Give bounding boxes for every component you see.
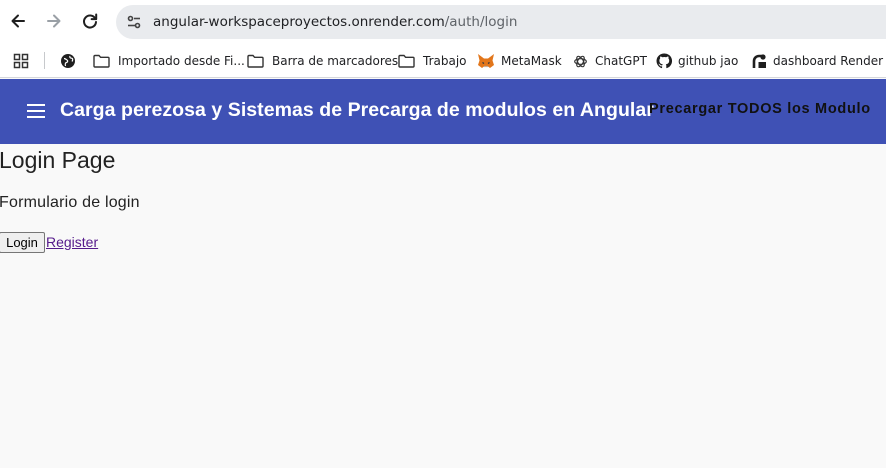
page-description: Formulario de login (0, 194, 140, 211)
menu-button[interactable] (24, 100, 48, 122)
reload-button[interactable] (76, 7, 104, 35)
apps-button[interactable] (13, 52, 29, 70)
page-title: Login Page (0, 147, 116, 173)
url-path: /auth/login (444, 14, 518, 30)
url-host: angular-workspaceproyectos.onrender.com (153, 14, 445, 30)
bookmark-metamask[interactable]: MetaMask (477, 52, 562, 70)
forward-arrow-icon (47, 14, 61, 28)
bookmark-label: Importado desde Fi... (118, 54, 245, 68)
folder-icon (93, 54, 110, 68)
folder-icon (247, 54, 264, 68)
app-title: Carga perezosa y Sistemas de Precarga de… (60, 99, 654, 121)
apps-grid-icon (13, 53, 29, 69)
github-icon (656, 53, 672, 69)
bookmark-label: MetaMask (501, 54, 562, 68)
metamask-fox-icon (478, 54, 494, 68)
forward-button[interactable] (40, 7, 68, 35)
browser-address-bar: angular-workspaceproyectos.onrender.com/… (0, 0, 886, 43)
render-icon (752, 54, 766, 68)
bookmark-github[interactable]: github jao (656, 52, 738, 70)
site-info-button[interactable] (123, 11, 145, 33)
globe-icon (61, 54, 75, 68)
bookmarks-separator (44, 52, 45, 69)
bookmark-globe[interactable] (60, 52, 76, 70)
bookmark-chatgpt[interactable]: ChatGPT (573, 52, 647, 70)
address-omnibox[interactable]: angular-workspaceproyectos.onrender.com/… (116, 5, 886, 39)
url-text[interactable]: angular-workspaceproyectos.onrender.com/… (153, 14, 517, 30)
reload-icon (83, 13, 98, 29)
bookmark-label: dashboard Render (773, 54, 884, 68)
bookmark-label: ChatGPT (595, 54, 647, 68)
bookmark-trabajo[interactable]: Trabajo (398, 52, 467, 70)
bookmark-label: github jao (678, 54, 739, 68)
login-button[interactable]: Login (0, 232, 45, 253)
tune-icon (127, 15, 141, 29)
bookmark-render[interactable]: dashboard Render (751, 52, 883, 70)
hamburger-menu-icon (27, 104, 45, 118)
folder-icon (398, 54, 415, 68)
bookmark-label: Barra de marcadores (272, 54, 399, 68)
register-link[interactable]: Register (46, 234, 98, 250)
back-arrow-icon (11, 14, 25, 28)
bookmark-label: Trabajo (423, 54, 467, 68)
bookmark-barra[interactable]: Barra de marcadores (247, 52, 398, 70)
chatgpt-icon (574, 55, 587, 67)
bookmarks-bar: Importado desde Fi... Barra de marcadore… (0, 43, 886, 78)
app-toolbar: Carga perezosa y Sistemas de Precarga de… (0, 79, 886, 144)
bookmark-importado[interactable]: Importado desde Fi... (93, 52, 245, 70)
back-button[interactable] (4, 7, 32, 35)
preload-all-modules-button[interactable]: Precargar TODOS los Modulo (649, 101, 871, 117)
